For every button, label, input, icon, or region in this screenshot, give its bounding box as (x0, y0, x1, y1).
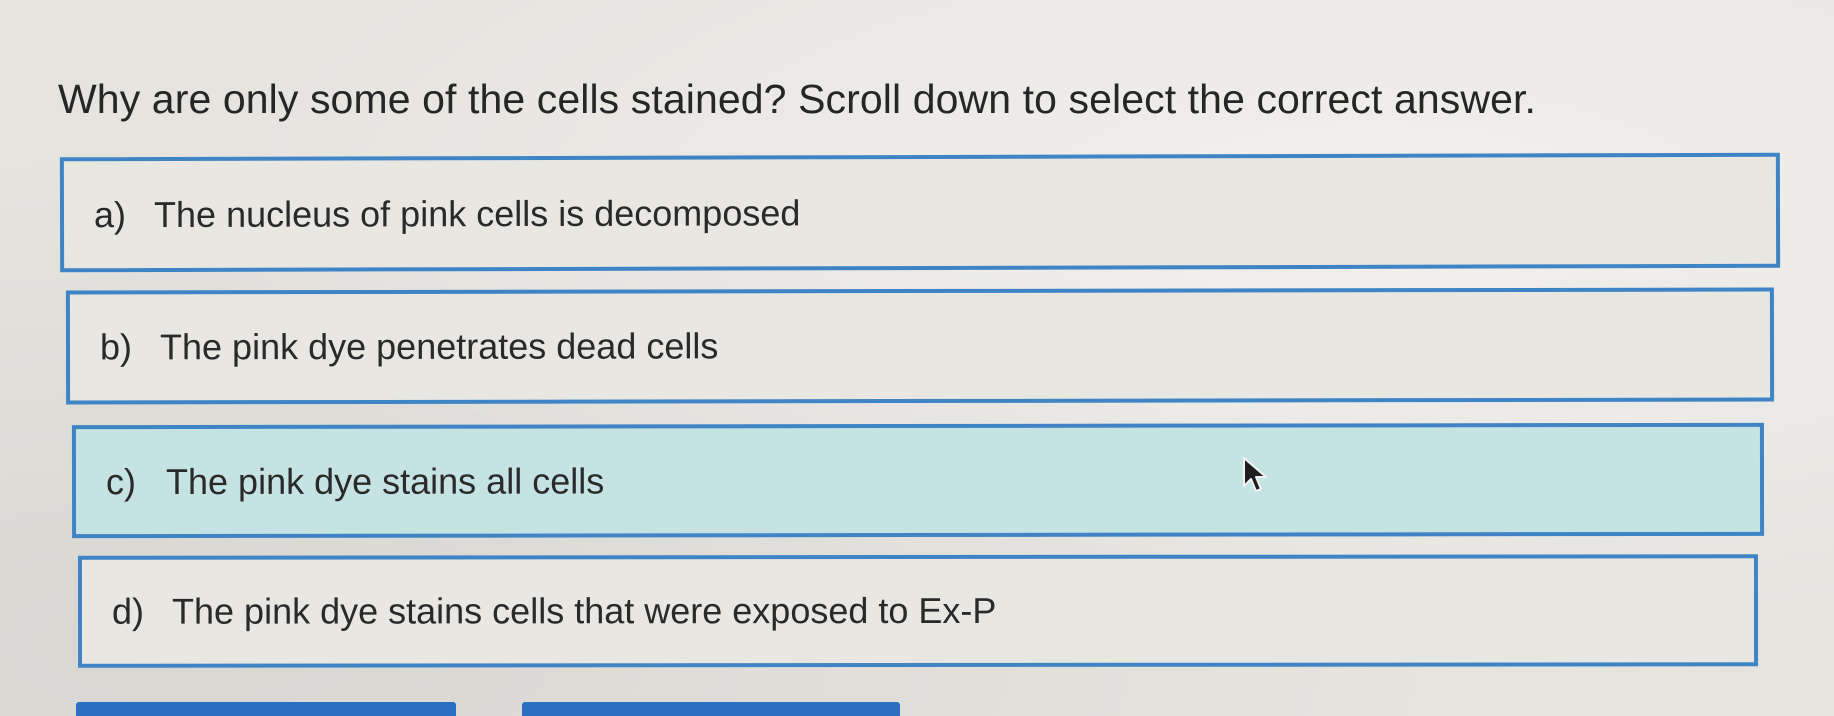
option-letter: d) (111, 590, 145, 632)
answer-option-d[interactable]: d) The pink dye stains cells that were e… (77, 554, 1759, 668)
option-text: The pink dye penetrates dead cells (159, 325, 719, 368)
mouse-pointer-icon (1243, 457, 1267, 492)
nav-button-left[interactable] (76, 702, 456, 716)
option-text: The nucleus of pink cells is decomposed (153, 191, 801, 235)
answer-option-c[interactable]: c) The pink dye stains all cells (71, 422, 1765, 539)
answer-option-b[interactable]: b) The pink dye penetrates dead cells (65, 287, 1775, 405)
option-letter: a) (93, 193, 127, 235)
option-letter: b) (99, 326, 133, 368)
nav-button-right[interactable] (522, 702, 900, 716)
option-text: The pink dye stains all cells (165, 459, 605, 502)
option-letter: c) (105, 460, 137, 502)
question-text: Why are only some of the cells stained? … (58, 76, 1536, 122)
answer-option-a[interactable]: a) The nucleus of pink cells is decompos… (59, 152, 1781, 273)
option-text: The pink dye stains cells that were expo… (171, 589, 997, 632)
